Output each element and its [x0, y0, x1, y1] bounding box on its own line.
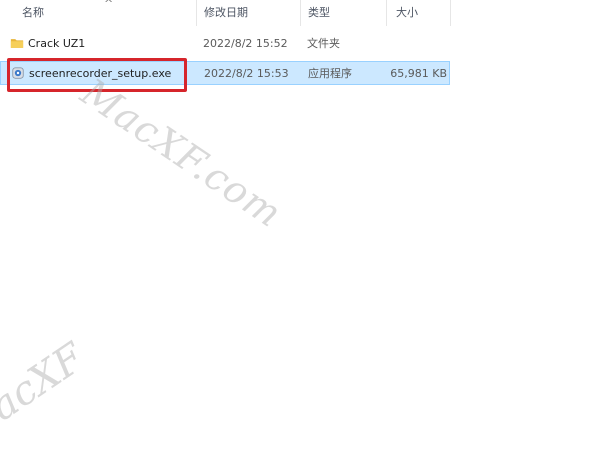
- column-header-size[interactable]: 大小: [386, 0, 450, 26]
- file-explorer: ^ 名称 修改日期 类型 大小 Crack UZ1 2022/8/2 15:52…: [0, 0, 600, 450]
- watermark-text: MacXF.com: [73, 70, 291, 237]
- red-highlight-annotation: [7, 58, 187, 92]
- file-type: 文件夹: [307, 37, 340, 50]
- watermark-corner-text: acXF: [0, 334, 93, 431]
- file-size: [386, 32, 446, 56]
- column-header-type[interactable]: 类型: [300, 0, 386, 26]
- file-size: 65,981 KB: [390, 67, 447, 80]
- file-row[interactable]: Crack UZ1 2022/8/2 15:52 文件夹: [0, 32, 450, 56]
- file-name: Crack UZ1: [28, 37, 86, 50]
- column-divider[interactable]: [450, 0, 451, 26]
- column-header-bar: ^ 名称 修改日期 类型 大小: [0, 0, 600, 26]
- file-modified-date: 2022/8/2 15:52: [203, 37, 288, 50]
- column-header-date[interactable]: 修改日期: [196, 0, 300, 26]
- folder-icon: [10, 39, 24, 48]
- file-modified-date: 2022/8/2 15:53: [204, 67, 289, 80]
- file-type: 应用程序: [308, 67, 352, 80]
- column-header-name[interactable]: 名称: [0, 0, 196, 26]
